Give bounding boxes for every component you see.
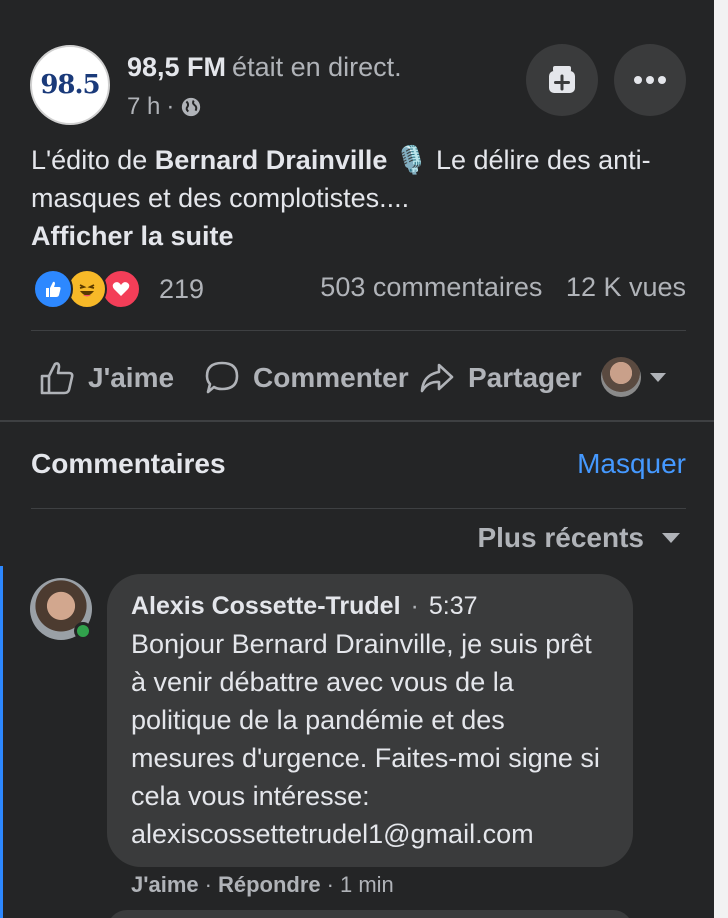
mentioned-name[interactable]: Bernard Drainville	[155, 145, 388, 175]
comment-timestamp[interactable]: 5:37	[429, 592, 478, 620]
comment-author[interactable]: Alexis Cossette-Trudel	[131, 592, 401, 620]
more-dots-icon	[634, 76, 666, 84]
share-as-avatar[interactable]	[601, 357, 641, 397]
like-button[interactable]: J'aime	[38, 356, 174, 400]
meta-separator: ·	[166, 93, 175, 120]
comment-text: Bonjour Bernard Drainville, je suis prêt…	[131, 629, 600, 849]
sort-label: Plus récents	[477, 522, 644, 553]
more-options-button[interactable]	[614, 44, 686, 116]
post-stats: 503 commentaires 12 K vues	[320, 272, 686, 303]
comment-bubble-icon	[205, 361, 239, 394]
share-label: Partager	[468, 362, 582, 393]
next-comment-bubble	[107, 910, 633, 918]
comment-age[interactable]: 1 min	[340, 872, 394, 897]
station-logo: 98.5	[40, 70, 100, 100]
live-status-text: était en direct.	[232, 52, 402, 82]
globe-icon	[182, 97, 201, 117]
thumbs-up-icon	[40, 362, 74, 395]
comment-reply-button[interactable]: Répondre	[218, 872, 321, 897]
section-divider	[0, 420, 714, 422]
reaction-count: 219	[159, 273, 205, 304]
comments-title: Commentaires	[31, 448, 226, 479]
post-header-title: 98,5 FM était en direct.	[127, 52, 402, 83]
share-button[interactable]: Partager	[418, 356, 582, 400]
comment-label: Commenter	[253, 362, 409, 393]
haha-icon	[67, 269, 107, 309]
divider	[31, 508, 686, 509]
chevron-down-icon	[662, 533, 680, 543]
like-icon	[33, 269, 73, 309]
comment-header: Alexis Cossette-Trudel · 5:37	[131, 592, 609, 621]
comment-like-button[interactable]: J'aime	[131, 872, 199, 897]
comments-count[interactable]: 503 commentaires	[320, 272, 542, 302]
post-meta: 7 h ·	[127, 93, 202, 121]
chevron-down-icon[interactable]	[650, 373, 666, 382]
divider	[31, 330, 686, 331]
post-text: L'édito de Bernard Drainville 🎙️ Le déli…	[31, 141, 681, 255]
save-button[interactable]	[526, 44, 598, 116]
background-window-edge	[714, 0, 728, 918]
action-separator: ·	[326, 872, 334, 897]
share-arrow-icon	[420, 363, 454, 393]
action-separator: ·	[204, 872, 212, 897]
online-status-dot	[74, 622, 92, 640]
hide-comments-link[interactable]: Masquer	[577, 448, 686, 480]
reactions-summary[interactable]: 219	[33, 269, 205, 309]
love-icon	[101, 269, 141, 309]
comment-separator: ·	[410, 592, 419, 620]
comment-bubble: Alexis Cossette-Trudel · 5:37 Bonjour Bern…	[107, 574, 633, 867]
save-add-icon	[549, 66, 575, 93]
post-text-prefix: L'édito de	[31, 145, 155, 175]
comment-actions: J'aime · Répondre · 1 min	[131, 872, 394, 898]
views-count: 12 K vues	[565, 272, 686, 302]
facebook-live-post: 98.5 98,5 FM était en direct. 7 h · L'édi…	[0, 0, 728, 918]
page-name-link[interactable]: 98,5 FM	[127, 52, 226, 82]
page-avatar[interactable]: 98.5	[30, 45, 110, 125]
new-comment-indicator	[0, 566, 3, 918]
see-more-link[interactable]: Afficher la suite	[31, 217, 681, 255]
post-time[interactable]: 7 h	[127, 93, 160, 121]
sort-dropdown[interactable]: Plus récents	[477, 522, 680, 554]
comment-button[interactable]: Commenter	[203, 356, 409, 400]
like-label: J'aime	[88, 362, 175, 393]
